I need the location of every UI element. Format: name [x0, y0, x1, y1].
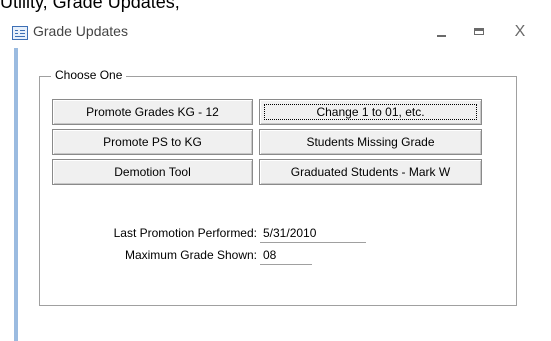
page: Utility, Grade Updates, Grade Updates X … [0, 0, 551, 341]
form-window-icon [12, 26, 28, 40]
last-promotion-value[interactable]: 5/31/2010 [260, 226, 366, 243]
change-codes-button[interactable]: Change 1 to 01, etc. [259, 99, 482, 125]
last-promotion-label: Last Promotion Performed: [113, 226, 257, 240]
demotion-tool-button[interactable]: Demotion Tool [52, 159, 253, 185]
close-button[interactable]: X [507, 21, 533, 43]
graduated-students-button[interactable]: Graduated Students - Mark W [259, 159, 482, 185]
max-grade-label: Maximum Grade Shown: [124, 248, 257, 262]
window-title: Grade Updates [33, 23, 128, 39]
max-grade-value[interactable]: 08 [260, 248, 312, 265]
grade-updates-window: Grade Updates X Choose One Promote Grade… [5, 18, 551, 341]
students-missing-grade-button[interactable]: Students Missing Grade [259, 129, 482, 155]
title-bar[interactable]: Grade Updates X [5, 18, 551, 48]
maximize-icon [474, 28, 484, 35]
minimize-button[interactable] [429, 21, 455, 43]
page-caption: Utility, Grade Updates, [0, 0, 180, 12]
maximize-button[interactable] [467, 21, 493, 43]
choose-one-group: Choose One Promote Grades KG - 12 Change… [39, 68, 517, 306]
group-legend: Choose One [51, 68, 127, 82]
minimize-icon [437, 35, 446, 37]
close-icon: X [514, 23, 526, 40]
promote-grades-button[interactable]: Promote Grades KG - 12 [52, 99, 253, 125]
promote-ps-button[interactable]: Promote PS to KG [52, 129, 253, 155]
form-body: Choose One Promote Grades KG - 12 Change… [14, 48, 551, 341]
